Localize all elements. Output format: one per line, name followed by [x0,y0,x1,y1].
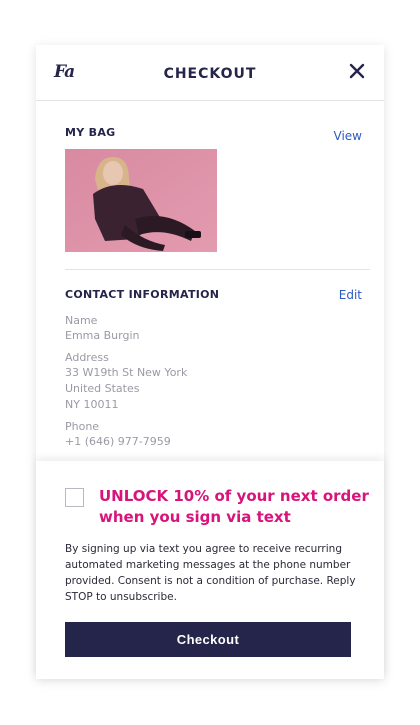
edit-contact-link[interactable]: Edit [339,288,362,302]
address-line-1: 33 W19th St New York [65,366,188,379]
address-label: Address [65,351,109,364]
sms-signup-panel: UNLOCK 10% of your next order when you s… [36,461,384,679]
checkout-button[interactable]: Checkout [65,622,351,657]
consent-text: By signing up via text you agree to rece… [65,543,356,603]
close-icon[interactable] [348,62,366,80]
checkout-header: Fa CHECKOUT [36,45,384,101]
address-line-2: United States [65,382,140,395]
address-line-3: NY 10011 [65,398,119,411]
contact-heading: CONTACT INFORMATION [65,288,220,301]
page-title: CHECKOUT [163,66,257,82]
phone-label: Phone [65,420,100,433]
sms-optin-checkbox[interactable] [65,488,84,507]
product-photo [65,149,217,252]
product-image [65,149,217,252]
checkout-details[interactable]: MY BAG View CONTACT INFORMATION Edit Nam… [36,101,384,461]
promo-headline: UNLOCK 10% of your next order when you s… [99,487,369,526]
phone-value: +1 (646) 977-7959 [65,435,171,448]
name-label: Name [65,314,98,327]
name-value: Emma Burgin [65,329,140,342]
checkout-panel: Fa CHECKOUT MY BAG View CONTACT INFORMAT… [36,45,384,679]
my-bag-heading: MY BAG [65,126,116,139]
view-bag-link[interactable]: View [334,129,362,143]
section-divider [65,269,370,270]
